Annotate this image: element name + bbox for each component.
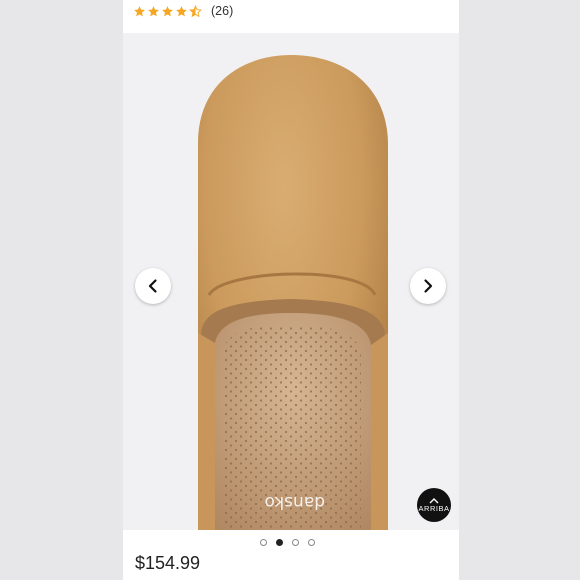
star-icon xyxy=(148,5,159,16)
review-count[interactable]: (26) xyxy=(211,4,233,18)
insole-brand-logo: dansko xyxy=(265,492,325,512)
chevron-right-icon xyxy=(424,279,433,293)
star-icon xyxy=(162,5,173,16)
right-margin xyxy=(459,0,580,580)
pagination-dot[interactable] xyxy=(292,539,299,546)
next-image-button[interactable] xyxy=(410,268,446,304)
product-image[interactable]: dansko xyxy=(123,33,459,530)
arriba-badge-label: ARRIBA xyxy=(418,503,450,513)
rating-row[interactable]: (26) xyxy=(133,1,233,21)
star-icon xyxy=(176,5,187,16)
pagination-dot[interactable] xyxy=(308,539,315,546)
pagination-dot-active[interactable] xyxy=(276,539,283,546)
clog-shoe-image: dansko xyxy=(198,55,388,530)
previous-image-button[interactable] xyxy=(135,268,171,304)
star-icon xyxy=(134,5,145,16)
rating-stars xyxy=(133,4,202,18)
pagination-dot[interactable] xyxy=(260,539,267,546)
image-pagination xyxy=(260,539,315,546)
star-half-icon xyxy=(189,4,202,17)
left-margin xyxy=(0,0,123,580)
product-price: $154.99 xyxy=(135,553,201,573)
caret-up-icon xyxy=(429,497,439,503)
arriba-badge[interactable]: ARRIBA xyxy=(417,488,451,522)
chevron-left-icon xyxy=(148,279,157,293)
